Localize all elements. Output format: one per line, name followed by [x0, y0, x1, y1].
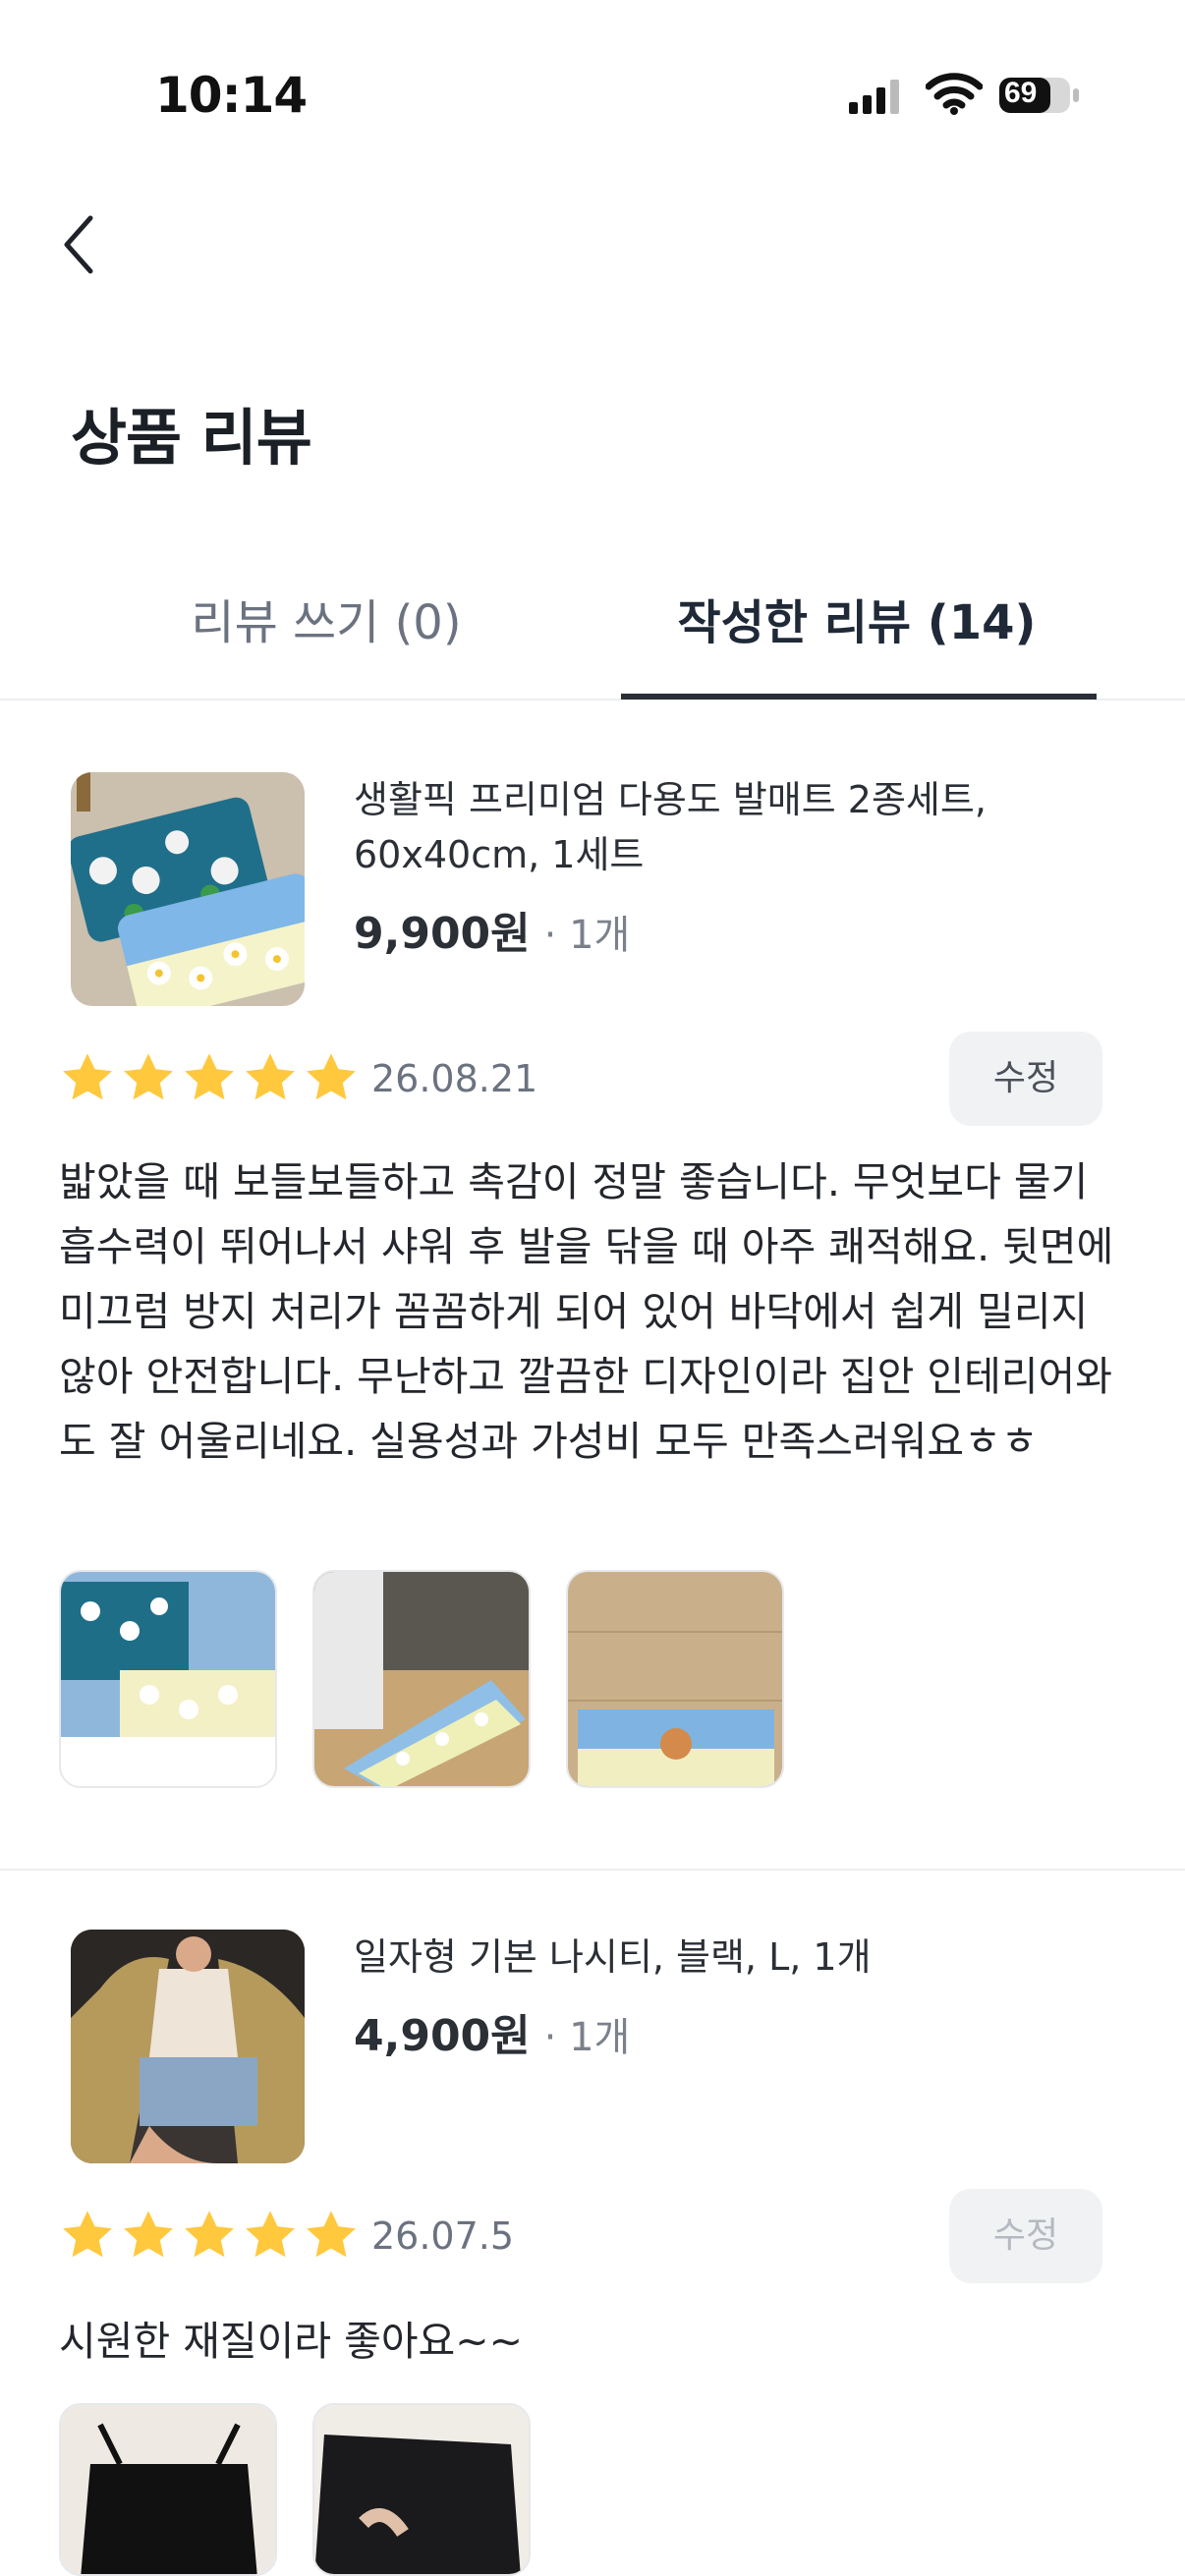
back-arrow-icon[interactable] — [57, 210, 106, 279]
edit-review-button[interactable]: 수정 — [949, 1032, 1102, 1126]
battery-level: 69 — [1004, 77, 1038, 109]
edit-review-button[interactable]: 수정 — [949, 2189, 1102, 2283]
star-icon — [63, 1053, 112, 1100]
tab-write-review[interactable]: 리뷰 쓰기 (0) — [90, 584, 562, 652]
star-rating — [59, 2207, 360, 2266]
star-icon — [307, 2211, 356, 2258]
review-text: 밟았을 때 보들보들하고 촉감이 정말 좋습니다. 무엇보다 물기 흡수력이 뛰… — [59, 1158, 1114, 1465]
star-rating — [59, 1049, 360, 1108]
price-line: 9,900원 · 1개 — [354, 898, 630, 961]
star-icon — [124, 2211, 173, 2258]
review-photo[interactable] — [59, 1570, 277, 1788]
star-icon — [246, 2211, 295, 2258]
product-price: 4,900원 — [354, 2011, 531, 2061]
star-icon — [185, 2211, 234, 2258]
product-thumbnail-tanktop[interactable] — [71, 1930, 305, 2163]
review-date: 26.08.21 — [371, 1057, 538, 1100]
star-icon — [185, 1053, 234, 1100]
cellular-signal-icon — [849, 80, 899, 114]
review-photo[interactable] — [312, 2403, 531, 2576]
star-icon — [246, 1053, 295, 1100]
star-icon — [307, 1053, 356, 1100]
battery-icon: 69 — [998, 75, 1081, 116]
product-quantity: · 1개 — [543, 913, 631, 958]
product-price: 9,900원 — [354, 909, 531, 959]
review-divider — [0, 1869, 1185, 1871]
star-icon — [63, 2211, 112, 2258]
tab-written-reviews[interactable]: 작성한 리뷰 (14) — [621, 584, 1093, 652]
review-text: 시원한 재질이라 좋아요~~ — [59, 2318, 523, 2365]
product-quantity: · 1개 — [543, 2015, 631, 2060]
product-name[interactable]: 일자형 기본 나시티, 블랙, L, 1개 — [354, 1930, 1100, 1985]
active-tab-indicator — [621, 694, 1097, 700]
review-photo[interactable] — [566, 1570, 784, 1788]
wifi-icon — [926, 73, 983, 115]
review-photo[interactable] — [59, 2403, 277, 2576]
review-photo[interactable] — [312, 1570, 531, 1788]
product-thumbnail-bathmat[interactable] — [71, 772, 305, 1006]
star-icon — [124, 1053, 173, 1100]
page-title: 상품 리뷰 — [71, 402, 312, 474]
status-time: 10:14 — [155, 67, 308, 124]
review-date: 26.07.5 — [371, 2214, 515, 2258]
product-name[interactable]: 생활픽 프리미엄 다용도 발매트 2종세트, 60x40cm, 1세트 — [354, 772, 1100, 882]
price-line: 4,900원 · 1개 — [354, 2000, 630, 2063]
